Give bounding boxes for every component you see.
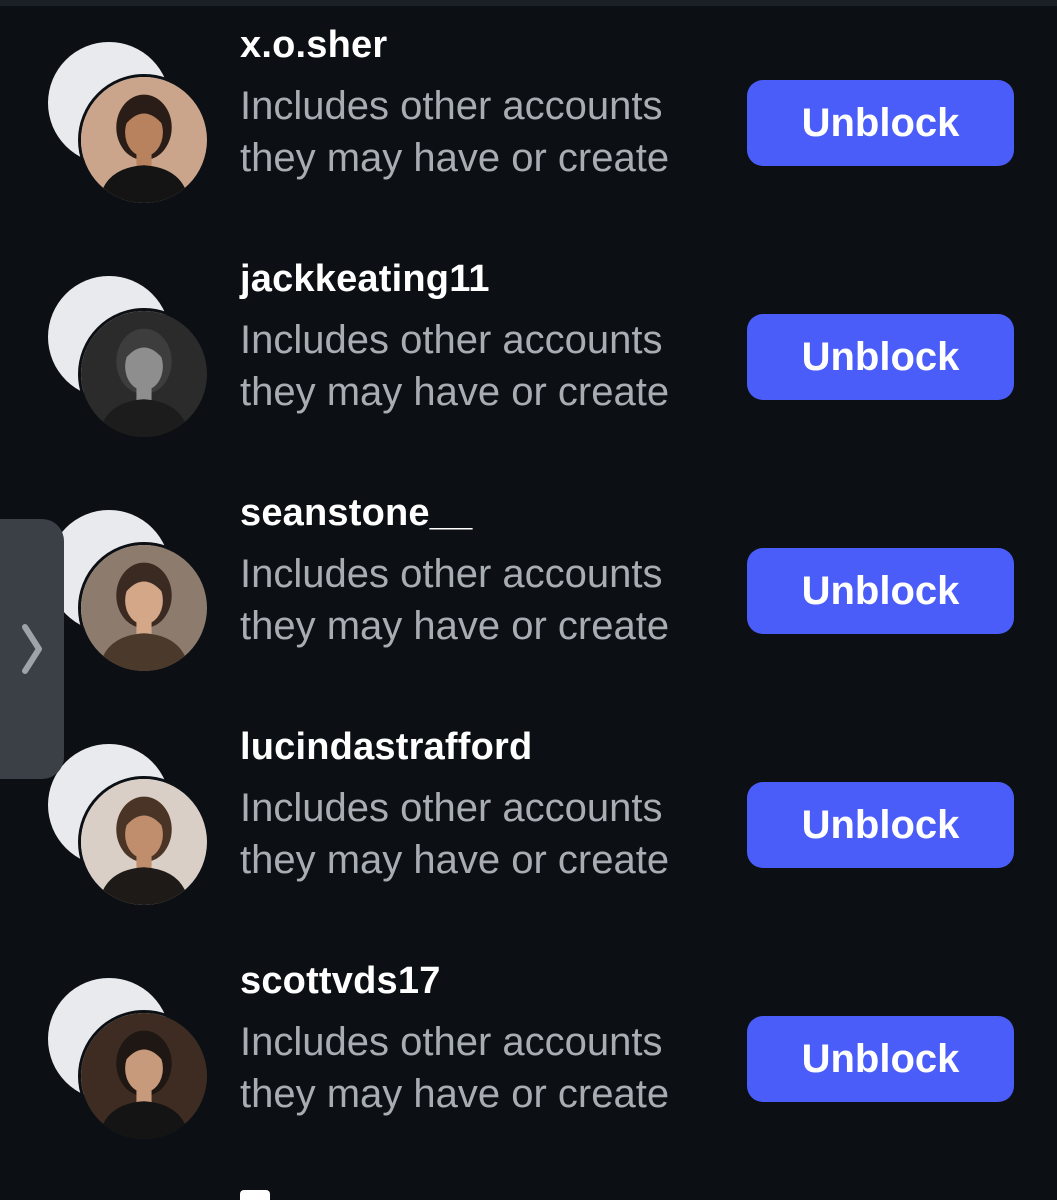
blocked-accounts-list: x.o.sher Includes other accounts they ma… bbox=[0, 0, 1057, 1200]
account-subtitle: Includes other accounts they may have or… bbox=[240, 84, 670, 180]
account-subtitle: Includes other accounts they may have or… bbox=[240, 786, 670, 882]
username[interactable]: x.o.sher bbox=[240, 24, 387, 67]
account-subtitle: Includes other accounts they may have or… bbox=[240, 1020, 670, 1116]
blocked-account-row: jackkeating11 Includes other accounts th… bbox=[0, 254, 1057, 488]
username[interactable]: seanstone__ bbox=[240, 492, 472, 535]
next-row-peek bbox=[240, 1190, 270, 1200]
side-panel-handle[interactable] bbox=[0, 519, 64, 779]
account-subtitle: Includes other accounts they may have or… bbox=[240, 552, 670, 648]
username[interactable]: jackkeating11 bbox=[240, 258, 490, 301]
chevron-right-icon bbox=[22, 624, 42, 674]
avatar-stack[interactable] bbox=[48, 42, 214, 208]
unblock-button[interactable]: Unblock bbox=[747, 80, 1014, 166]
blocked-account-row: seanstone__ Includes other accounts they… bbox=[0, 488, 1057, 722]
avatar-stack[interactable] bbox=[48, 510, 214, 676]
avatar bbox=[78, 542, 210, 674]
unblock-button[interactable]: Unblock bbox=[747, 1016, 1014, 1102]
blocked-account-row: x.o.sher Includes other accounts they ma… bbox=[0, 20, 1057, 254]
unblock-button[interactable]: Unblock bbox=[747, 782, 1014, 868]
profile-photo bbox=[81, 1013, 207, 1139]
avatar-stack[interactable] bbox=[48, 276, 214, 442]
profile-photo bbox=[81, 779, 207, 905]
username[interactable]: scottvds17 bbox=[240, 960, 441, 1003]
avatar bbox=[78, 1010, 210, 1142]
avatar-stack[interactable] bbox=[48, 744, 214, 910]
unblock-button[interactable]: Unblock bbox=[747, 548, 1014, 634]
account-subtitle: Includes other accounts they may have or… bbox=[240, 318, 670, 414]
profile-photo bbox=[81, 545, 207, 671]
profile-photo bbox=[81, 311, 207, 437]
blocked-account-row: lucindastrafford Includes other accounts… bbox=[0, 722, 1057, 956]
unblock-button[interactable]: Unblock bbox=[747, 314, 1014, 400]
avatar bbox=[78, 74, 210, 206]
avatar bbox=[78, 776, 210, 908]
username[interactable]: lucindastrafford bbox=[240, 726, 532, 769]
avatar-stack[interactable] bbox=[48, 978, 214, 1144]
avatar bbox=[78, 308, 210, 440]
profile-photo bbox=[81, 77, 207, 203]
blocked-account-row: scottvds17 Includes other accounts they … bbox=[0, 956, 1057, 1190]
